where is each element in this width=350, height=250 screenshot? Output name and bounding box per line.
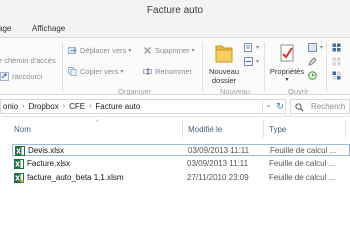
file-type: Feuille de calcul ... [270, 146, 337, 155]
ribbon-separator [202, 42, 203, 92]
shortcut-icon [0, 72, 9, 81]
move-to-label: Déplacer vers [80, 46, 127, 55]
rename-label: Renommer [155, 67, 193, 76]
chevron-down-icon: ▾ [320, 45, 324, 51]
chevron-down-icon: ▾ [128, 48, 132, 54]
file-row[interactable]: facture_auto_beta 1.1.xlsm 27/11/2010 23… [12, 172, 350, 184]
chevron-right-icon[interactable]: › [22, 103, 24, 110]
move-to-icon [68, 46, 77, 55]
ribbon-separator [326, 42, 327, 92]
new-folder-button[interactable]: Nouveau dossier [204, 42, 244, 85]
delete-label: Supprimer [155, 46, 190, 55]
refresh-icon: ↻ [276, 101, 284, 111]
chevron-right-icon[interactable]: › [63, 103, 65, 110]
rename-icon [143, 67, 152, 76]
file-type: Feuille de calcul ... [269, 159, 336, 168]
file-row[interactable]: Devis.xlsx 03/09/2013 11:11 Feuille de c… [12, 144, 350, 156]
search-input[interactable]: Recherch [290, 99, 350, 114]
copy-to-icon [68, 67, 77, 76]
ribbon-separator [264, 42, 265, 92]
ribbon-separator [62, 42, 63, 92]
file-modified: 03/09/2013 11:11 [188, 146, 250, 155]
new-item-button[interactable]: ▾ [244, 43, 259, 52]
chevron-down-icon: ▾ [256, 59, 260, 65]
open-icon [308, 43, 317, 52]
breadcrumb-item[interactable]: onio [3, 102, 18, 111]
breadcrumb-item[interactable]: Dropbox [28, 102, 58, 111]
select-none-button[interactable] [332, 57, 344, 66]
select-none-icon [332, 57, 341, 66]
address-bar[interactable]: onio › Dropbox › CFE › Facture auto [0, 99, 286, 114]
chevron-down-icon: ⌄ [265, 102, 272, 109]
sort-ascending-icon: ^ [96, 120, 99, 126]
chevron-down-icon: ▾ [191, 48, 195, 54]
column-separator[interactable] [263, 120, 264, 138]
history-button[interactable] [308, 71, 320, 80]
edit-button[interactable] [308, 57, 320, 66]
folder-icon [204, 42, 244, 66]
invert-selection-button[interactable] [332, 71, 344, 80]
properties-label: Propriétés [269, 67, 305, 76]
tab-partage[interactable]: age [0, 24, 11, 33]
column-header-type[interactable]: Type [269, 125, 286, 134]
column-header-modified[interactable]: Modifié le [188, 125, 222, 134]
move-to-button[interactable]: Déplacer vers ▾ [68, 46, 131, 55]
rename-button[interactable]: Renommer [143, 67, 192, 76]
invert-selection-icon [332, 71, 341, 80]
chevron-down-icon: ▾ [120, 69, 124, 75]
easy-access-icon [244, 57, 253, 66]
paste-shortcut-label: raccourci [12, 72, 43, 81]
address-row: onio › Dropbox › CFE › Facture auto ⌄ ↻ … [0, 95, 350, 117]
file-name: Devis.xlsx [28, 146, 65, 155]
chevron-down-icon: ▾ [285, 77, 289, 83]
new-folder-label-line1: Nouveau [208, 67, 240, 76]
chevron-down-icon: ▾ [256, 45, 260, 51]
paste-shortcut-button[interactable]: raccourci [0, 72, 42, 81]
new-item-icon [244, 43, 253, 52]
breadcrumb-item[interactable]: Facture auto [95, 102, 140, 111]
ribbon-tabs: age Affichage [0, 22, 350, 37]
properties-icon [266, 42, 308, 66]
excel-macro-file-icon [14, 173, 24, 183]
delete-icon [143, 46, 152, 55]
properties-button[interactable]: Propriétés ▾ [266, 42, 308, 85]
column-separator[interactable] [345, 120, 346, 138]
history-icon [308, 71, 317, 80]
excel-file-icon [14, 159, 24, 169]
copy-path-button[interactable]: e chemin d'accès [0, 56, 56, 65]
chevron-right-icon[interactable]: › [89, 103, 91, 110]
easy-access-button[interactable]: ▾ [244, 57, 259, 66]
excel-file-icon [15, 146, 25, 156]
copy-to-label: Copier vers [80, 67, 119, 76]
delete-button[interactable]: Supprimer ▾ [143, 46, 195, 55]
copy-path-label: e chemin d'accès [0, 56, 56, 65]
breadcrumb-item[interactable]: CFE [69, 102, 85, 111]
select-all-icon [332, 43, 341, 52]
refresh-button[interactable]: ↻ [274, 99, 286, 114]
copy-to-button[interactable]: Copier vers ▾ [68, 67, 123, 76]
new-folder-label-line2: dossier [211, 76, 237, 85]
tab-affichage[interactable]: Affichage [32, 24, 65, 33]
file-list: Nom ^ Modifié le Type Devis.xlsx 03/09/2… [0, 117, 350, 250]
file-row[interactable]: Facture.xlsx 03/09/2013 11:11 Feuille de… [12, 158, 350, 170]
file-name: facture_auto_beta 1.1.xlsm [27, 173, 124, 182]
open-button[interactable]: ▾ [308, 43, 323, 52]
edit-icon [308, 57, 317, 66]
window-title: Facture auto [146, 5, 204, 16]
column-header-name[interactable]: Nom [14, 125, 31, 134]
ribbon: e chemin d'accès raccourci Déplacer vers… [0, 37, 350, 96]
address-history-dropdown[interactable]: ⌄ [262, 99, 274, 114]
file-type: Feuille de calcul ... [269, 173, 336, 182]
column-separator[interactable] [182, 120, 183, 138]
select-all-button[interactable] [332, 43, 344, 52]
file-name: Facture.xlsx [27, 159, 71, 168]
title-bar: Facture auto [0, 0, 350, 22]
file-modified: 03/09/2013 11:11 [187, 159, 249, 168]
file-modified: 27/11/2010 23:09 [187, 173, 249, 182]
